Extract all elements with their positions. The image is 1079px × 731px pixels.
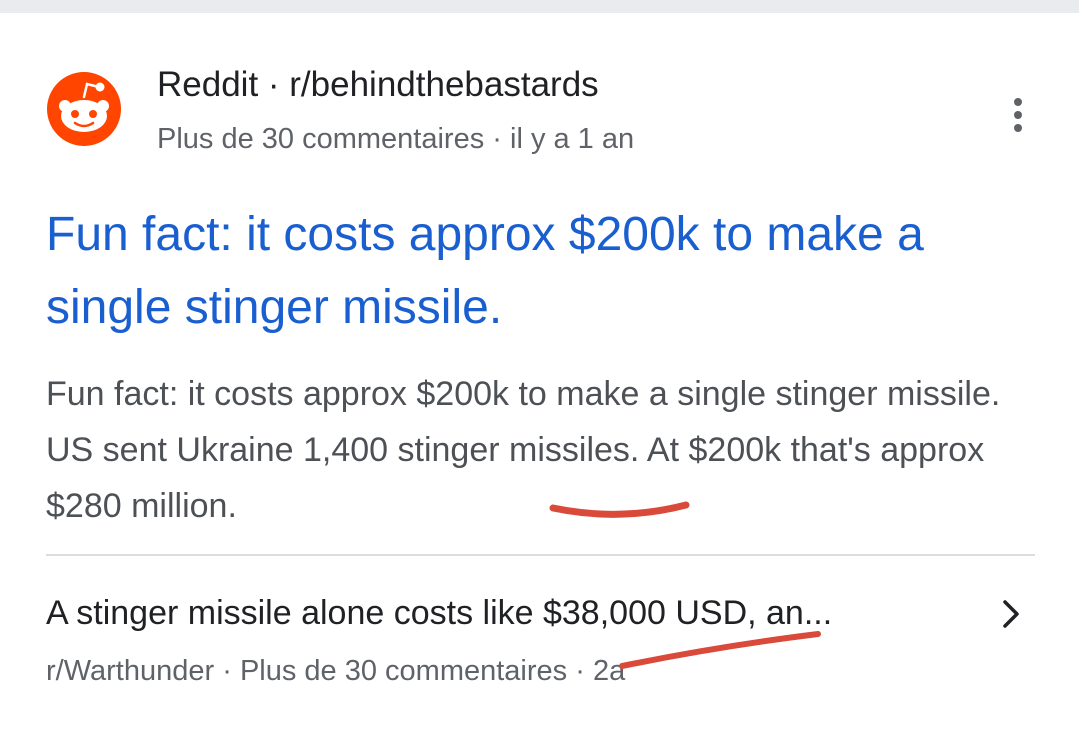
source-line[interactable]: Reddit · r/behindthebastards [157, 64, 599, 106]
related-subreddit: r/Warthunder [46, 655, 215, 687]
separator: · [484, 123, 510, 155]
separator: · [258, 65, 290, 104]
post-age: il y a 1 an [510, 123, 635, 155]
related-meta: r/Warthunder · Plus de 30 commentaires ·… [46, 652, 625, 690]
related-title: A stinger missile alone costs like $38,0… [46, 594, 833, 632]
separator: · [567, 655, 593, 687]
top-bar [0, 0, 1079, 13]
more-vert-icon [1014, 98, 1022, 106]
more-vert-icon-dot [1014, 124, 1022, 132]
related-comment-count: Plus de 30 commentaires [239, 655, 568, 687]
related-result[interactable]: A stinger missile alone costs like $38,0… [0, 580, 1079, 700]
separator: · [214, 655, 240, 687]
result-meta: Plus de 30 commentaires · il y a 1 an [157, 120, 634, 158]
more-options-button[interactable] [996, 90, 1040, 140]
related-age: 2a [592, 655, 626, 687]
site-name: Reddit [157, 65, 259, 104]
comment-count: Plus de 30 commentaires [157, 123, 485, 155]
subreddit-name: r/behindthebastards [289, 65, 599, 104]
result-snippet: Fun fact: it costs approx $200k to make … [46, 375, 1001, 525]
reddit-logo-icon [47, 72, 121, 146]
divider [46, 554, 1035, 556]
chevron-right-icon [1003, 600, 1019, 628]
more-vert-icon-dot [1014, 111, 1022, 119]
result-title-link[interactable]: Fun fact: it costs approx $200k to make … [46, 198, 1036, 344]
